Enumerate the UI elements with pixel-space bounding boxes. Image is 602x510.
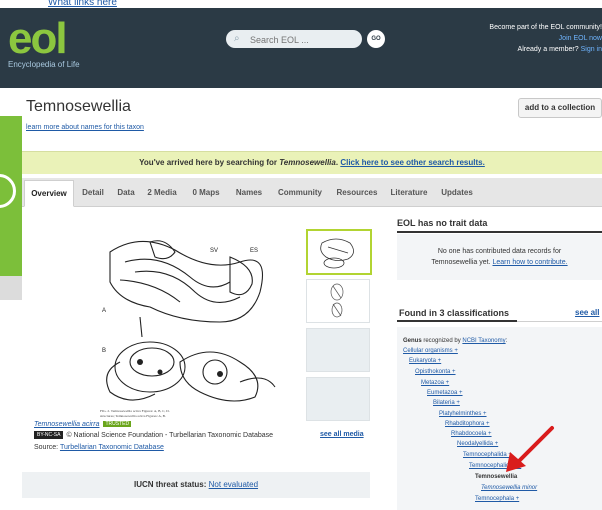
trait-heading-rule [397, 231, 602, 233]
background-green-panel [0, 116, 22, 276]
classification-tree: Genus recognized by NCBI Taxonomy: Cellu… [397, 327, 602, 510]
iucn-value-link[interactable]: Not evaluated [209, 480, 258, 489]
learn-contribute-link[interactable]: Learn how to contribute. [492, 259, 567, 266]
trait-line-1: No one has contributed data records for [437, 248, 562, 255]
tree-node[interactable]: Rhabditophora + [445, 421, 490, 427]
search-notice: You've arrived here by searching for Tem… [22, 151, 602, 174]
already-member-text: Already a member? [517, 46, 579, 53]
tab-detail[interactable]: Detail [76, 180, 110, 205]
media-caption: Temnosewellia acirra TRUSTED [34, 421, 132, 428]
tree-node-current: Temnosewellia [475, 474, 518, 480]
tree-node[interactable]: Opisthokonta + [415, 369, 456, 375]
tab-names[interactable]: Names [230, 180, 268, 205]
notice-prefix: You've arrived here by searching for [139, 158, 277, 167]
tree-node-child[interactable]: Temnosewellia minor [481, 485, 537, 491]
search-box[interactable]: ⌕ [226, 30, 362, 48]
see-all-media-link[interactable]: see all media [320, 431, 364, 438]
notice-term: Temnosewellia [279, 158, 336, 167]
tree-node[interactable]: Eukaryota + [409, 358, 441, 364]
tree-node[interactable]: Cellular organisms + [403, 348, 458, 354]
tree-node[interactable]: Platyhelminthes + [439, 411, 487, 417]
background-link[interactable]: What links here [48, 0, 117, 8]
iucn-label: IUCN threat status: [133, 480, 207, 489]
background-window-top: What links here [0, 0, 190, 8]
tree-node[interactable]: Eumetazoa + [427, 390, 463, 396]
tab-updates[interactable]: Updates [436, 180, 478, 205]
account-panel: Become part of the EOL community! Join E… [489, 22, 602, 55]
svg-text:ES: ES [250, 248, 258, 254]
tree-node[interactable]: Temnocephala + [475, 496, 519, 502]
join-link[interactable]: Join EOL now [489, 33, 602, 44]
background-ring-icon [0, 174, 16, 208]
logo-subtitle: Encyclopedia of Life [8, 60, 80, 69]
search-input[interactable] [248, 32, 352, 48]
media-thumbnail-4[interactable] [306, 377, 370, 421]
tree-node[interactable]: Rhabdocoela + [451, 431, 492, 437]
other-results-link[interactable]: Click here to see other search results. [340, 158, 485, 167]
become-part-text: Become part of the EOL community! [489, 24, 602, 31]
classification-source: Genus recognized by NCBI Taxonomy: [403, 338, 508, 344]
iucn-status: IUCN threat status: Not evaluated [22, 472, 370, 498]
learn-more-link[interactable]: learn more about names for this taxon [26, 124, 144, 131]
trait-line-2: Temnosewellia yet. Learn how to contribu… [397, 257, 602, 268]
trait-message-box: No one has contributed data records for … [397, 234, 602, 280]
svg-text:SV: SV [210, 248, 218, 254]
tab-literature[interactable]: Literature [386, 180, 432, 205]
genus-label: Genus [403, 338, 422, 344]
search-icon: ⌕ [234, 33, 240, 44]
media-thumbnail-1[interactable] [306, 229, 372, 275]
classifications-heading-rule [397, 320, 517, 322]
tab-overview[interactable]: Overview [24, 180, 74, 207]
svg-text:structures; Temnosewellia acir: structures; Temnosewellia acirra Figures… [100, 414, 166, 419]
svg-text:B: B [102, 348, 106, 354]
red-arrow-icon [506, 426, 554, 472]
classifications-rule-thin [517, 321, 602, 322]
trait-heading: EOL has no trait data [397, 218, 488, 228]
media-thumbnail-2[interactable] [306, 279, 370, 323]
media-thumbnail-3[interactable] [306, 328, 370, 372]
tab-media[interactable]: 2 Media [142, 180, 182, 205]
background-gray-strip [0, 276, 22, 300]
main-media-image[interactable]: AB SV ES FIG. 2. Temnosewellia acirra Fig… [80, 222, 290, 422]
tree-node[interactable]: Neodalyellida + [457, 441, 498, 447]
thumbnail-drawing [320, 238, 354, 269]
eol-logo[interactable]: eol [8, 16, 68, 62]
media-source: Source: Turbellarian Taxonomic Database [34, 444, 164, 451]
add-to-collection-button[interactable]: add to a collection [518, 98, 602, 118]
svg-text:A: A [102, 308, 106, 314]
caption-taxon-link[interactable]: Temnosewellia acirra [34, 421, 100, 428]
classifications-heading: Found in 3 classifications [399, 308, 510, 318]
copyright-text: © National Science Foundation - Turbella… [66, 432, 274, 439]
sign-in-link[interactable]: Sign in [581, 46, 602, 53]
source-label: Source: [34, 444, 59, 451]
cc-license-icon[interactable]: BY-NC-SA [34, 431, 64, 439]
classifications-see-all-link[interactable]: see all [575, 308, 599, 317]
tab-maps[interactable]: 0 Maps [188, 180, 224, 205]
page-title: Temnosewellia [26, 98, 131, 115]
source-link[interactable]: Turbellarian Taxonomic Database [60, 444, 164, 451]
tab-community[interactable]: Community [272, 180, 328, 205]
thumbnail-drawing [330, 283, 344, 318]
ncbi-link[interactable]: NCBI Taxonomy [462, 338, 505, 344]
tab-resources[interactable]: Resources [332, 180, 382, 205]
search-go-button[interactable]: GO [367, 30, 385, 48]
tab-data[interactable]: Data [112, 180, 140, 205]
tab-bar: Overview Detail Data 2 Media 0 Maps Name… [22, 178, 602, 207]
site-header: eol Encyclopedia of Life ⌕ GO Become par… [0, 8, 602, 88]
media-license: BY-NC-SA © National Science Foundation - … [34, 431, 273, 439]
tree-node[interactable]: Metazoa + [421, 380, 449, 386]
trait-line-2-text: Temnosewellia yet. [431, 259, 491, 266]
tree-node[interactable]: Bilateria + [433, 400, 460, 406]
trusted-badge: TRUSTED [103, 421, 132, 427]
recognized-by-text: recognized by [423, 338, 461, 344]
